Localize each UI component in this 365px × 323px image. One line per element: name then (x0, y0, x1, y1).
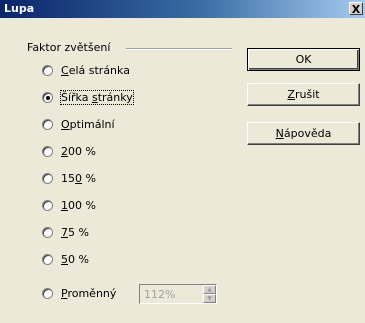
radio-label: 150 % (61, 171, 96, 185)
radio-label: 200 % (61, 144, 96, 158)
close-button[interactable]: X (349, 2, 363, 16)
radio-75-percent[interactable]: 75 % (42, 224, 89, 240)
help-button[interactable]: Nápověda (247, 122, 360, 145)
radio-circle[interactable] (42, 199, 53, 211)
radio-circle[interactable] (42, 64, 53, 76)
radio-whole-page[interactable]: Celá stránka (42, 62, 130, 78)
radio-circle[interactable] (42, 91, 53, 103)
window-title: Lupa (4, 2, 35, 15)
radio-150-percent[interactable]: 150 % (42, 170, 96, 186)
title-bar[interactable]: Lupa X (0, 0, 365, 18)
ok-button[interactable]: OK (247, 48, 360, 71)
zoom-dialog: Lupa X Faktor zvětšení Celá stránka Šířk… (0, 0, 365, 323)
radio-label: Celá stránka (61, 63, 130, 77)
radio-page-width[interactable]: Šířka stránky (42, 89, 134, 105)
radio-variable[interactable]: Proměnný (42, 285, 116, 301)
radio-circle[interactable] (42, 226, 53, 238)
radio-optimal[interactable]: Optimální (42, 116, 115, 132)
spin-arrows: ▲ ▼ (203, 285, 216, 303)
radio-label: Proměnný (61, 286, 117, 300)
spin-down-icon[interactable]: ▼ (203, 294, 216, 303)
radio-circle[interactable] (42, 145, 53, 157)
radio-200-percent[interactable]: 200 % (42, 143, 96, 159)
radio-circle[interactable] (42, 172, 53, 184)
group-divider (126, 48, 232, 50)
radio-circle[interactable] (42, 253, 53, 265)
zoom-factor-group-label: Faktor zvětšení (27, 41, 117, 54)
radio-label: Šířka stránky (60, 89, 134, 105)
radio-100-percent[interactable]: 100 % (42, 197, 96, 213)
radio-circle[interactable] (42, 287, 53, 299)
radio-label: Optimální (61, 117, 115, 131)
spin-up-icon[interactable]: ▲ (203, 285, 216, 294)
radio-label: 75 % (61, 225, 89, 239)
variable-zoom-spinbox[interactable]: 112% ▲ ▼ (139, 284, 217, 304)
cancel-button[interactable]: Zrušit (247, 83, 360, 106)
radio-label: 100 % (61, 198, 96, 212)
radio-label: 50 % (61, 252, 89, 266)
variable-zoom-value[interactable]: 112% (144, 288, 175, 301)
radio-circle[interactable] (42, 118, 53, 130)
radio-50-percent[interactable]: 50 % (42, 251, 89, 267)
